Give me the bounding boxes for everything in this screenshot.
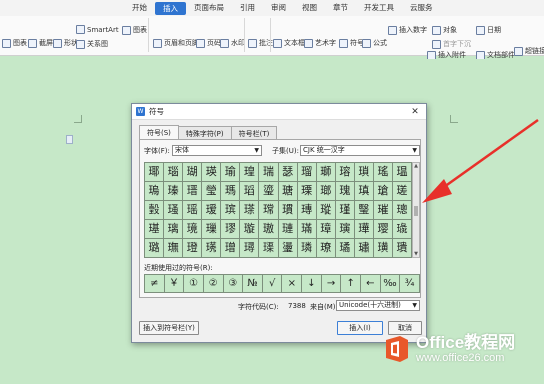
site-logo: Office教程网 www.office26.com bbox=[382, 334, 515, 364]
annotation-arrow bbox=[422, 118, 539, 203]
logo-title: Office教程网 bbox=[416, 333, 516, 352]
office-logo-icon bbox=[386, 336, 408, 362]
arrow-head bbox=[422, 179, 452, 203]
logo-url: www.office26.com bbox=[416, 352, 505, 364]
